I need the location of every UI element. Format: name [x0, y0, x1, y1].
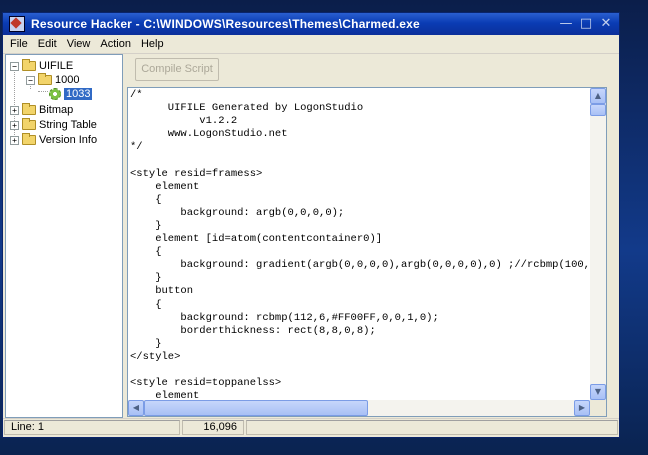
close-button[interactable]: ✕: [597, 15, 615, 32]
folder-icon: [22, 118, 36, 130]
open-folder-icon: [38, 73, 52, 85]
menu-view[interactable]: View: [62, 38, 96, 50]
vertical-scrollbar[interactable]: ▲ ▼: [590, 88, 606, 400]
code-line: /*: [130, 89, 143, 101]
menu-file[interactable]: File: [5, 38, 33, 50]
code-line: UIFILE Generated by LogonStudio: [130, 102, 364, 115]
main-area: − UIFILE − 1000 1033 + Bitmap + String T…: [3, 54, 619, 418]
code-line: element [id=atom(contentcontainer0)]: [130, 233, 383, 246]
menu-help[interactable]: Help: [136, 38, 169, 50]
resource-gear-icon: [49, 88, 61, 100]
collapse-icon[interactable]: −: [10, 61, 19, 71]
window-title: Resource Hacker - C:\WINDOWS\Resources\T…: [31, 17, 420, 31]
title-buttons: — □ ✕: [557, 15, 615, 32]
resource-tree[interactable]: − UIFILE − 1000 1033 + Bitmap + String T…: [5, 54, 123, 418]
scroll-down-arrow-icon[interactable]: ▼: [590, 384, 606, 400]
tree-item-uifile[interactable]: − UIFILE: [10, 59, 73, 73]
tree-item-label: Bitmap: [39, 104, 74, 116]
code-line: background: rcbmp(112,6,#FF00FF,0,0,1,0)…: [130, 311, 439, 324]
folder-icon: [22, 103, 36, 115]
tree-item-bitmap[interactable]: + Bitmap: [10, 103, 73, 117]
code-line: }: [130, 272, 162, 285]
status-bar: Line: 1 16,096: [3, 418, 619, 437]
status-empty: [246, 420, 618, 435]
tree-item-label: String Table: [39, 119, 97, 131]
tree-item-1000[interactable]: − 1000: [26, 73, 79, 87]
collapse-icon[interactable]: −: [26, 75, 35, 85]
resource-hacker-app-icon: [9, 16, 25, 32]
maximize-button[interactable]: □: [577, 15, 595, 32]
tree-item-1033[interactable]: 1033: [49, 87, 93, 101]
code-line: </style>: [130, 350, 181, 363]
code-line: element: [130, 390, 200, 400]
horizontal-scrollbar[interactable]: ◀ ▶: [128, 400, 590, 416]
code-line: {: [130, 298, 162, 311]
tree-item-label: 1000: [55, 74, 80, 86]
horizontal-scroll-thumb[interactable]: [144, 400, 368, 416]
code-line: <style resid=framess>: [130, 167, 263, 180]
code-line: background: argb(0,0,0,0);: [130, 206, 345, 219]
menu-bar: File Edit View Action Help: [3, 35, 619, 54]
menu-action[interactable]: Action: [95, 38, 136, 50]
code-line: background: gradient(argb(0,0,0,0),argb(…: [130, 259, 590, 272]
vertical-scroll-thumb[interactable]: [590, 104, 606, 116]
editor-pane: Compile Script /* UIFILE Generated by Lo…: [127, 54, 619, 418]
expand-icon[interactable]: +: [10, 105, 19, 115]
resource-hacker-window: Resource Hacker - C:\WINDOWS\Resources\T…: [2, 12, 620, 438]
code-line: }: [130, 219, 162, 232]
code-line: }: [130, 337, 162, 350]
expand-icon[interactable]: +: [10, 135, 19, 145]
script-editor[interactable]: /* UIFILE Generated by LogonStudio v1.2.…: [127, 87, 607, 417]
minimize-button[interactable]: —: [557, 15, 575, 32]
tree-item-label: Version Info: [39, 134, 98, 146]
folder-icon: [22, 133, 36, 145]
title-bar[interactable]: Resource Hacker - C:\WINDOWS\Resources\T…: [3, 13, 619, 35]
tree-item-string-table[interactable]: + String Table: [10, 118, 97, 132]
scrollbar-corner: [590, 400, 606, 416]
compile-script-button[interactable]: Compile Script: [135, 58, 219, 81]
tree-item-version-info[interactable]: + Version Info: [10, 133, 97, 147]
code-line: {: [130, 193, 162, 206]
status-line: Line: 1: [4, 420, 180, 435]
tree-item-label: UIFILE: [39, 60, 74, 72]
code-line: www.LogonStudio.net: [130, 128, 288, 141]
open-folder-icon: [22, 59, 36, 71]
code-line: button: [130, 285, 194, 298]
tree-connector: [38, 91, 48, 92]
scroll-up-arrow-icon[interactable]: ▲: [590, 88, 606, 104]
scroll-right-arrow-icon[interactable]: ▶: [574, 400, 590, 416]
code-line: v1.2.2: [130, 115, 238, 128]
code-line: borderthickness: rect(8,8,0,8);: [130, 324, 376, 337]
script-text[interactable]: /* UIFILE Generated by LogonStudio v1.2.…: [130, 88, 590, 400]
tree-item-label-selected: 1033: [64, 88, 93, 100]
expand-icon[interactable]: +: [10, 120, 19, 130]
menu-edit[interactable]: Edit: [33, 38, 62, 50]
code-line: <style resid=toppanelss>: [130, 377, 282, 390]
code-line: element: [130, 180, 200, 193]
status-size: 16,096: [182, 420, 244, 435]
scroll-left-arrow-icon[interactable]: ◀: [128, 400, 144, 416]
code-line: */: [130, 141, 143, 154]
code-line: {: [130, 246, 162, 259]
